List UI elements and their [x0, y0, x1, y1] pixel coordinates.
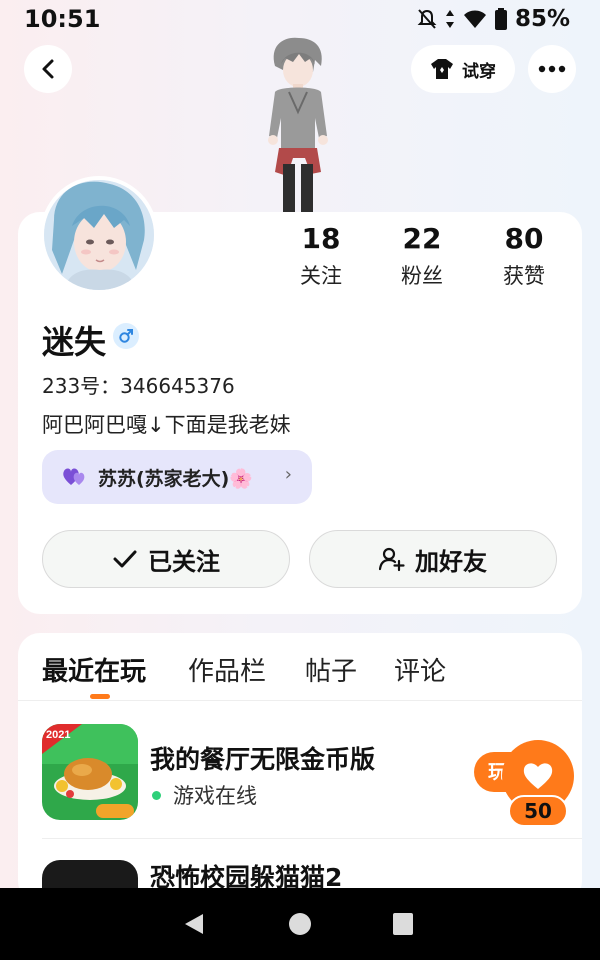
tab-recent-playing[interactable]: 最近在玩 — [42, 651, 146, 688]
data-arrows-icon — [445, 10, 454, 28]
svg-text:2021: 2021 — [46, 729, 70, 741]
stat-following-label: 关注 — [300, 264, 342, 288]
like-count: 50 — [508, 795, 568, 827]
battery-percent: 85% — [514, 6, 570, 32]
stat-fans-label: 粉丝 — [401, 264, 443, 288]
stat-fans[interactable]: 22 粉丝 — [377, 224, 467, 290]
gender-badge — [113, 323, 139, 349]
game-icon-2[interactable] — [42, 860, 138, 890]
bio: 阿巴阿巴嘎↓下面是我老妹 — [42, 413, 291, 437]
navigation-bar — [0, 888, 600, 960]
avatar-image — [44, 180, 154, 290]
shirt-icon — [431, 59, 453, 79]
heart-pair-icon — [63, 468, 85, 485]
back-button[interactable] — [24, 45, 72, 93]
male-icon — [119, 329, 133, 343]
stat-following-value: 18 — [301, 222, 341, 255]
stat-likes[interactable]: 80 获赞 — [479, 224, 569, 290]
heart-icon — [523, 763, 553, 789]
stat-fans-value: 22 — [402, 222, 442, 255]
tab-posts[interactable]: 帖子 — [305, 651, 357, 688]
followed-label: 已关注 — [148, 547, 220, 576]
battery-icon — [494, 8, 507, 30]
dnd-off-icon — [417, 9, 437, 29]
avatar[interactable] — [40, 176, 158, 294]
username: 迷失 — [42, 323, 107, 361]
more-button[interactable] — [528, 45, 576, 93]
status-bar: 10:51 85% — [0, 0, 600, 40]
status-time: 10:51 — [24, 5, 101, 33]
game-icon-image: 2021 — [42, 724, 138, 820]
followed-button[interactable]: 已关注 — [42, 530, 290, 588]
try-on-label: 试穿 — [462, 61, 496, 82]
status-icons: 85% — [417, 6, 570, 32]
game-icon[interactable]: 2021 — [42, 724, 138, 820]
family-tag[interactable]: 苏苏(苏家老大)🌸 › — [42, 450, 312, 504]
more-icon — [538, 65, 566, 73]
online-dot — [152, 790, 161, 800]
nav-recents-icon[interactable] — [392, 912, 414, 936]
add-user-icon — [379, 547, 405, 572]
game-title[interactable]: 我的餐厅无限金币版 — [150, 740, 375, 776]
tabs-divider — [18, 700, 582, 701]
row-divider — [42, 838, 582, 839]
back-arrow-icon — [42, 59, 54, 79]
nav-home-icon[interactable] — [288, 912, 312, 936]
nav-back-icon[interactable] — [183, 912, 205, 936]
tab-works[interactable]: 作品栏 — [188, 651, 266, 688]
family-tag-label: 苏苏(苏家老大)🌸 — [98, 467, 254, 490]
add-friend-label: 加好友 — [415, 547, 487, 576]
try-on-button[interactable]: 试穿 — [411, 45, 515, 93]
user-id: 233号：346645376 — [42, 374, 235, 398]
tab-indicator — [90, 694, 110, 699]
tab-comments[interactable]: 评论 — [394, 651, 446, 688]
stat-likes-label: 获赞 — [503, 264, 545, 288]
stat-likes-value: 80 — [504, 222, 544, 255]
add-friend-button[interactable]: 加好友 — [309, 530, 557, 588]
check-icon — [113, 550, 137, 568]
wifi-icon — [463, 10, 486, 28]
game-status: 游戏在线 — [152, 780, 257, 810]
chevron-right-icon: › — [284, 464, 292, 485]
character-avatar-figure[interactable] — [255, 36, 340, 214]
game-status-label: 游戏在线 — [173, 784, 257, 808]
stat-following[interactable]: 18 关注 — [276, 224, 366, 290]
